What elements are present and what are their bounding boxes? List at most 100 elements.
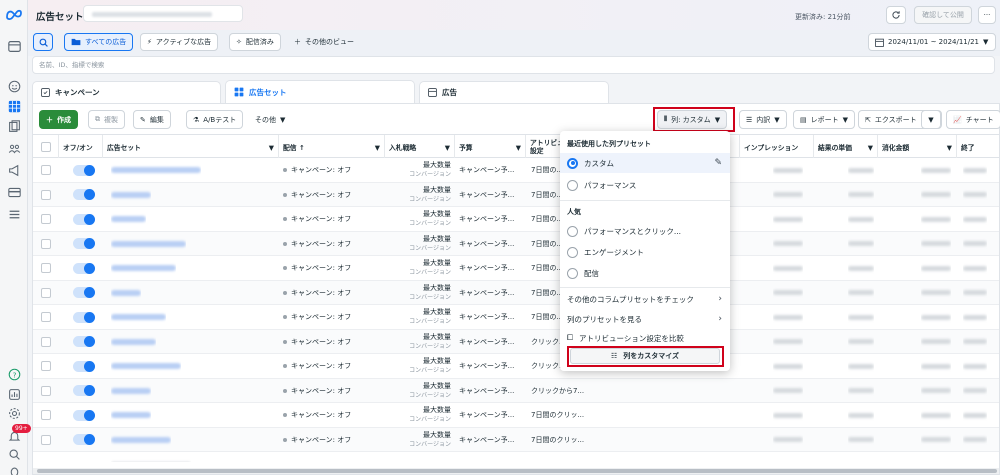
horizontal-scrollbar[interactable]	[33, 468, 999, 474]
settings-gear-icon[interactable]	[6, 405, 22, 421]
table-row[interactable]: キャンペーン: オフ 最大数量 コンバージョン キャンペーン予... 7日間のクリッ..…	[33, 403, 999, 428]
preset-performance-clicks[interactable]: パフォーマンスとクリック...	[560, 221, 730, 241]
row-checkbox[interactable]	[41, 336, 51, 347]
reports-icon[interactable]	[6, 386, 22, 402]
ad-set-name-redacted[interactable]	[111, 387, 151, 394]
refresh-button[interactable]	[886, 6, 906, 24]
table-row[interactable]: キャンペーン: オフ 最大数量 コンバージョン キャンペーン予... クリック...	[33, 329, 999, 354]
preset-engagement[interactable]: エンゲージメント	[560, 242, 730, 262]
table-row[interactable]: キャンペーン: オフ 最大数量 コンバージョン キャンペーン予... 7日間の...	[33, 280, 999, 305]
delivered-filter[interactable]: ✧ 配信済み	[229, 33, 281, 51]
audiences-icon[interactable]	[6, 140, 22, 156]
check-other-presets[interactable]: その他のコラムプリセットをチェック ›	[560, 289, 730, 309]
ad-set-name-cell[interactable]	[111, 256, 176, 280]
ad-set-name-redacted[interactable]	[111, 412, 151, 418]
export-dropdown-button[interactable]: ▼	[921, 110, 941, 129]
scrollbar-thumb[interactable]	[37, 469, 997, 473]
table-row[interactable]: キャンペーン: オフ 最大数量 コンバージョン キャンペーン予... 7日間の...	[33, 256, 999, 281]
tab-ad-sets[interactable]: 広告セット	[225, 80, 415, 103]
table-row[interactable]: キャンペーン: オフ 最大数量 コンバージョン キャンペーン予... 7日間の...	[33, 158, 999, 183]
ad-set-name-cell[interactable]	[111, 428, 171, 452]
row-checkbox[interactable]	[41, 189, 51, 200]
ad-set-on-off-toggle[interactable]	[73, 336, 95, 347]
ad-set-on-off-toggle[interactable]	[73, 164, 95, 176]
ad-set-name-redacted[interactable]	[111, 240, 186, 247]
ad-set-name-redacted[interactable]	[111, 216, 146, 222]
row-checkbox[interactable]	[41, 410, 51, 420]
ad-set-on-off-toggle[interactable]	[73, 287, 95, 298]
ad-set-name-cell[interactable]	[111, 379, 151, 403]
search-input[interactable]	[39, 59, 939, 71]
ab-test-button[interactable]: ⚗ A/Bテスト	[186, 110, 244, 129]
ad-set-on-off-toggle[interactable]	[73, 238, 95, 249]
duplicate-button[interactable]: ⧉ 複製	[88, 110, 125, 129]
review-publish-button[interactable]: 確認して公開	[914, 6, 972, 24]
search-bar[interactable]	[32, 56, 995, 74]
row-checkbox[interactable]	[41, 238, 51, 249]
ad-set-on-off-toggle[interactable]	[73, 311, 95, 323]
ad-set-on-off-toggle[interactable]	[73, 360, 95, 372]
meta-logo-icon[interactable]	[5, 8, 23, 20]
ad-set-name-cell[interactable]	[111, 305, 166, 329]
ad-set-name-redacted[interactable]	[111, 363, 181, 369]
column-on-off[interactable]: オフ/オン	[59, 135, 103, 158]
account-name-field-redacted[interactable]	[83, 5, 243, 22]
row-checkbox[interactable]	[41, 287, 51, 298]
ad-set-on-off-toggle[interactable]	[73, 213, 95, 225]
compare-attribution[interactable]: ⧠ アトリビューション設定を比較	[560, 328, 730, 348]
chart-button[interactable]: 📈 チャート	[946, 110, 1000, 129]
ad-set-on-off-toggle[interactable]	[73, 385, 95, 396]
ad-set-on-off-toggle[interactable]	[73, 189, 95, 200]
preset-delivery[interactable]: 配信	[560, 263, 730, 283]
reports-button[interactable]: ▤ レポート ▼	[793, 110, 856, 129]
column-spend[interactable]: 消化金額 ▼	[878, 135, 957, 158]
column-bid-strategy[interactable]: 入札戦略 ▼	[385, 135, 455, 158]
search-icon[interactable]	[6, 446, 22, 462]
row-checkbox[interactable]	[41, 214, 51, 224]
select-all-checkbox[interactable]	[40, 141, 51, 152]
search-toggle-button[interactable]	[33, 33, 53, 51]
preset-custom[interactable]: カスタム ✎	[560, 153, 730, 173]
table-row[interactable]: キャンペーン: オフ 最大数量 コンバージョン キャンペーン予... クリックから7..…	[33, 378, 999, 403]
breakdown-button[interactable]: ☰ 内訳 ▼	[739, 110, 787, 129]
view-column-presets[interactable]: 列のプリセットを見る ›	[560, 309, 730, 329]
table-row[interactable]: キャンペーン: オフ 最大数量 コンバージョン キャンペーン予... 7日間の...	[33, 305, 999, 330]
ad-set-on-off-toggle[interactable]	[73, 434, 95, 445]
table-row[interactable]: キャンペーン: オフ 最大数量 コンバージョン キャンペーン予... 7日間のクリッ..…	[33, 427, 999, 452]
pencil-icon[interactable]: ✎	[714, 158, 722, 168]
column-ad-set[interactable]: 広告セット ▼	[103, 135, 279, 158]
column-end[interactable]: 終了	[957, 135, 999, 158]
ad-set-name-redacted[interactable]	[111, 436, 171, 443]
column-cost-per-result[interactable]: 結果の単価 ▼	[814, 135, 878, 158]
pages-icon[interactable]	[6, 118, 22, 134]
column-delivery[interactable]: 配信 ↑ ▼	[279, 135, 385, 158]
account-overview-icon[interactable]	[6, 38, 22, 54]
date-range-picker[interactable]: 2024/11/01 ~ 2024/11/21 ▼	[868, 33, 996, 51]
table-row[interactable]: キャンペーン: オフ 最大数量 コンバージョン キャンペーン予... 7日間の...	[33, 207, 999, 232]
table-row[interactable]: キャンペーン: オフ 最大数量 コンバージョン キャンペーン予... クリック...	[33, 354, 999, 379]
ad-set-name-cell[interactable]	[111, 158, 201, 182]
smiley-icon[interactable]	[6, 78, 22, 94]
more-options-button[interactable]: ···	[978, 6, 996, 24]
ad-set-name-redacted[interactable]	[111, 289, 141, 296]
table-row[interactable]: キャンペーン: オフ 最大数量 コンバージョン キャンペーン予... 7日間の...	[33, 231, 999, 256]
row-checkbox[interactable]	[41, 263, 51, 273]
billing-card-icon[interactable]	[6, 184, 22, 200]
ad-set-name-cell[interactable]	[111, 354, 181, 378]
column-impressions[interactable]: インプレッション	[740, 135, 814, 158]
row-checkbox[interactable]	[41, 165, 51, 175]
megaphone-icon[interactable]	[6, 162, 22, 178]
active-ads-filter[interactable]: ⚡ アクティブな広告	[140, 33, 219, 51]
tab-campaigns[interactable]: キャンペーン	[32, 81, 221, 103]
ad-set-name-redacted[interactable]	[111, 167, 201, 173]
ad-set-name-cell[interactable]	[111, 183, 151, 207]
ad-set-name-cell[interactable]	[111, 330, 156, 354]
ad-set-name-cell[interactable]	[111, 281, 141, 305]
preset-performance[interactable]: パフォーマンス	[560, 175, 730, 195]
ad-set-name-cell[interactable]	[111, 232, 186, 256]
help-icon[interactable]: ?	[6, 366, 22, 382]
ad-set-name-cell[interactable]	[111, 207, 146, 231]
create-button[interactable]: ＋ 作成	[39, 110, 78, 129]
more-actions-dropdown[interactable]: その他 ▼	[249, 110, 292, 129]
ad-set-name-redacted[interactable]	[111, 338, 156, 345]
